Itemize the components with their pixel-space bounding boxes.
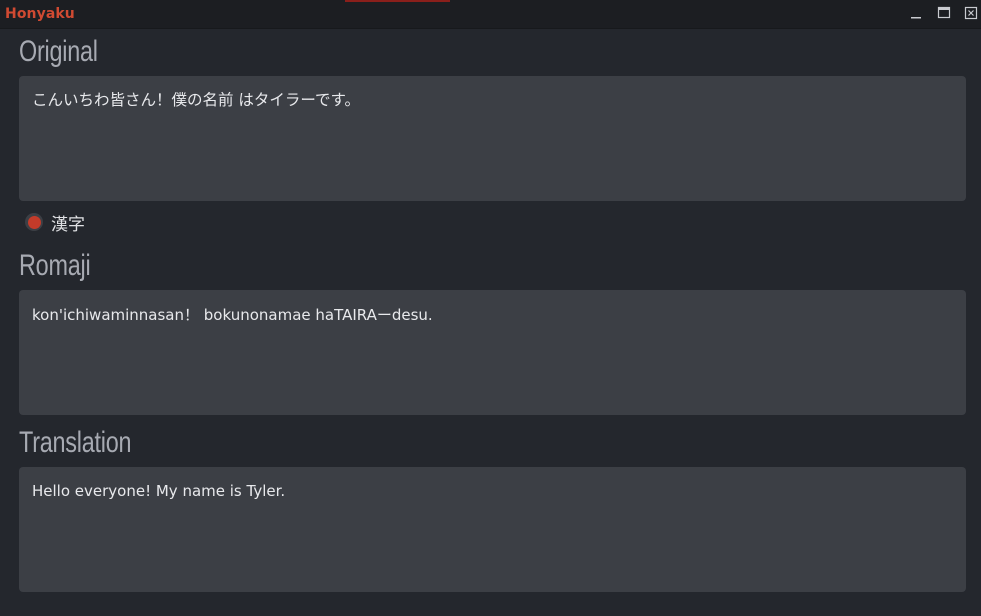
kanji-radio-button[interactable] xyxy=(25,213,43,231)
minimize-button[interactable] xyxy=(909,6,923,20)
radio-selected-dot xyxy=(27,215,41,229)
romaji-text-field[interactable]: kon'ichiwaminnasan！ bokunonamae haTAIRAー… xyxy=(19,290,966,415)
translation-text-field[interactable]: Hello everyone! My name is Tyler. xyxy=(19,467,966,592)
close-button[interactable] xyxy=(964,6,978,20)
close-icon xyxy=(964,6,978,20)
romaji-label: Romaji xyxy=(19,249,91,282)
title-bar-accent xyxy=(345,0,450,2)
minimize-icon xyxy=(911,17,921,19)
title-bar[interactable]: Honyaku xyxy=(0,0,981,29)
original-text-field[interactable]: こんいちわ皆さん！僕の名前 はタイラーです。 xyxy=(19,76,966,201)
original-label: Original xyxy=(19,35,98,68)
app-title: Honyaku xyxy=(5,6,75,22)
translation-label: Translation xyxy=(19,426,132,459)
maximize-icon xyxy=(937,6,951,19)
kanji-radio-label: 漢字 xyxy=(51,214,85,235)
kanji-radio-option[interactable]: 漢字 xyxy=(25,211,85,235)
maximize-button[interactable] xyxy=(937,6,951,20)
